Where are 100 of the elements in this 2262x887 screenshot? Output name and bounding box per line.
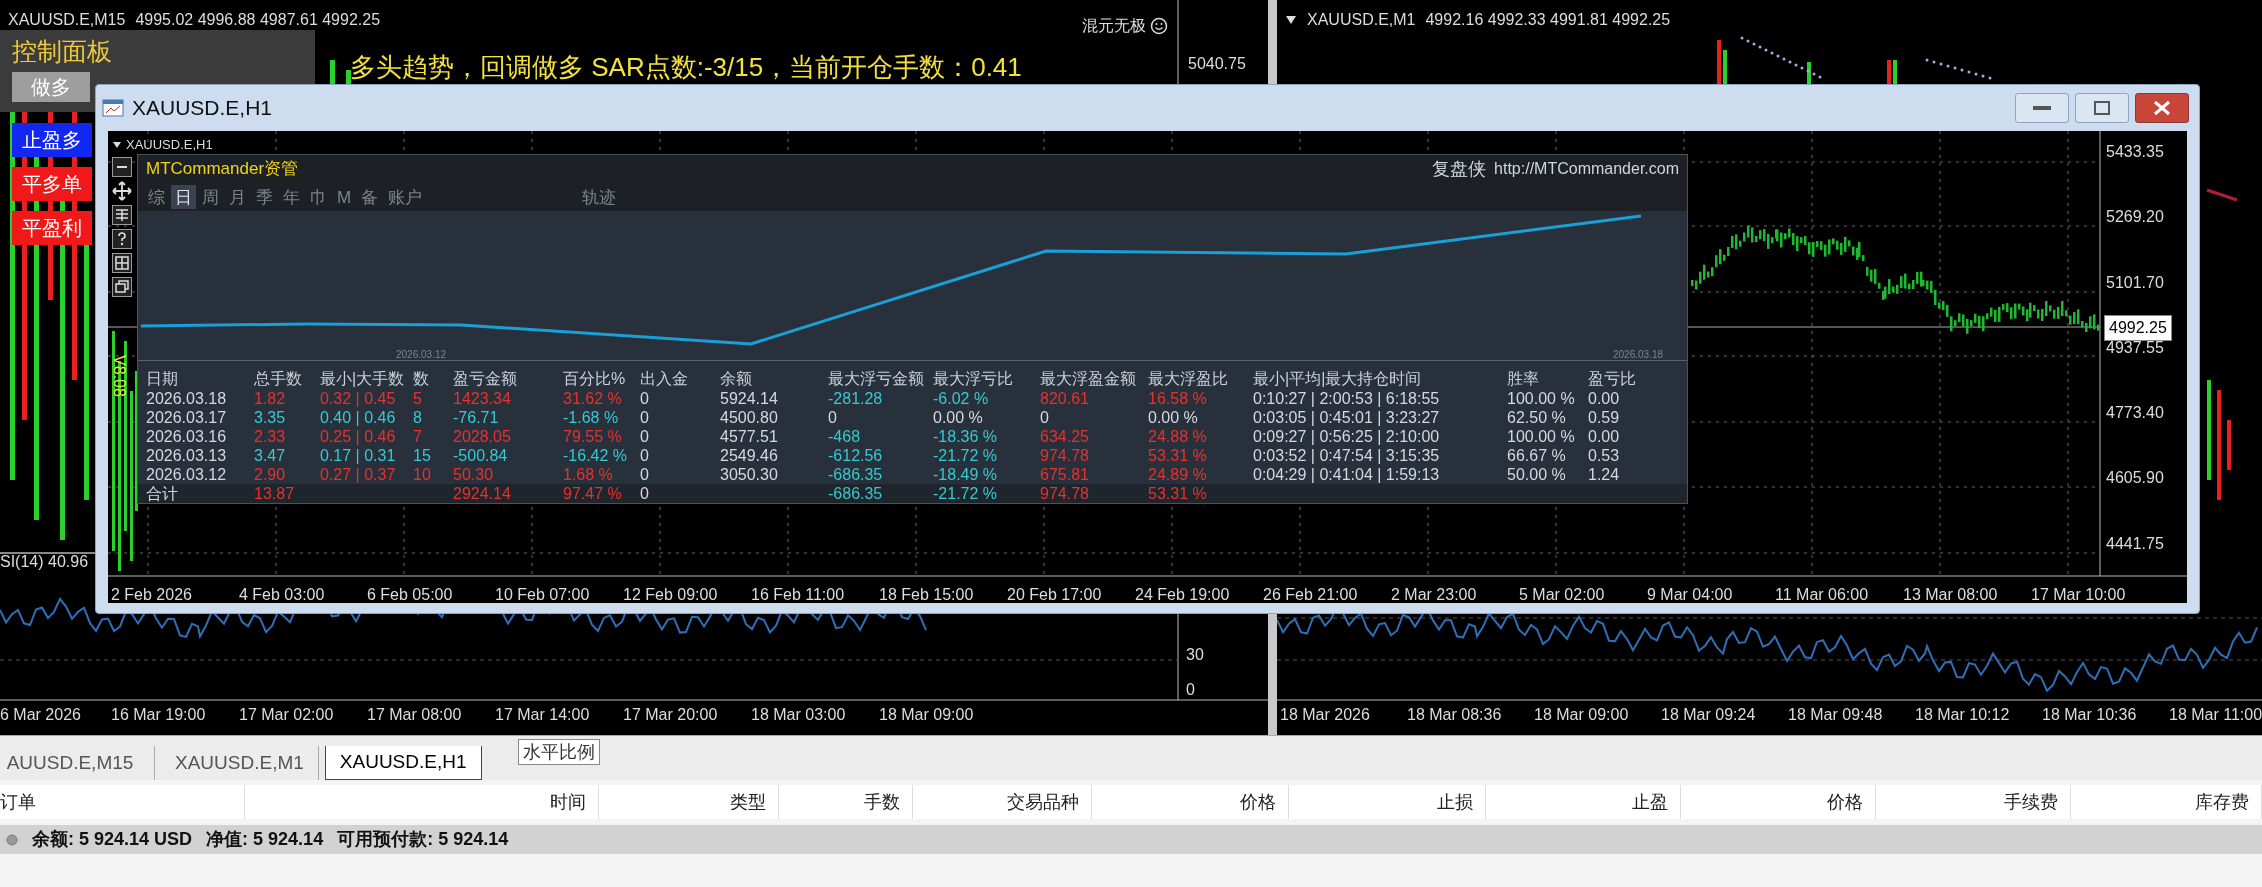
column-header[interactable]: 止盈 (1486, 785, 1681, 819)
axis-label: 17 Mar 02:00 (239, 705, 335, 725)
axis-label: 16 Feb 11:00 (751, 585, 846, 603)
current-price-label: 4992.25 (2104, 315, 2172, 341)
tab[interactable]: AUUSD.E,M15 (0, 746, 155, 780)
trade-button[interactable]: 平盈利 (12, 211, 92, 245)
version-label: V8.08 (110, 355, 127, 397)
table-cell: -500.84 (453, 446, 508, 465)
trade-button[interactable]: 止盈多 (12, 123, 92, 157)
trade-button[interactable]: 平多单 (12, 167, 92, 201)
column-header: 胜率 (1507, 369, 1539, 389)
table-cell: 8 (413, 408, 422, 427)
table-cell: 0.00 (1588, 389, 1620, 408)
table-cell: 0:03:52 | 0:47:54 | 3:15:35 (1253, 446, 1440, 465)
tab[interactable]: 账户 (384, 185, 427, 209)
website-link[interactable]: http://MTCommander.com (1494, 157, 1679, 181)
table-cell: 0 (640, 427, 649, 446)
table-cell: 2028.05 (453, 427, 511, 446)
maximize-button[interactable] (2075, 93, 2129, 123)
help-icon[interactable] (112, 229, 132, 249)
tab[interactable]: 备 (357, 185, 383, 209)
table-cell: 2026.03.16 (146, 427, 227, 446)
table-cell: 100.00 % (1507, 389, 1575, 408)
table-cell: 2026.03.18 (146, 389, 227, 408)
windows-icon[interactable] (112, 277, 132, 297)
column-header[interactable]: 订单 (0, 785, 245, 819)
axis-label: 2 Mar 23:00 (1391, 585, 1478, 603)
table-cell: 974.78 (1040, 484, 1089, 503)
table-cell: -612.56 (828, 446, 883, 465)
table-cell: 0.27 | 0.37 (320, 465, 396, 484)
table-cell: 1.24 (1588, 465, 1620, 484)
list-icon[interactable] (112, 205, 132, 225)
table-cell: 2026.03.17 (146, 408, 227, 427)
dropdown-arrow-icon (112, 140, 122, 149)
minimize-button[interactable] (2015, 93, 2069, 123)
table-cell: 974.78 (1040, 446, 1089, 465)
close-button[interactable] (2135, 93, 2189, 123)
column-header: 余额 (720, 369, 752, 389)
axis-label: 5 Mar 02:00 (1519, 585, 1606, 603)
tab[interactable]: XAUUSD.E,H1 (324, 746, 482, 780)
tab[interactable]: XAUUSD.E,M1 (161, 746, 319, 780)
table-cell: 5 (413, 389, 422, 408)
axis-label: 6 Feb 05:00 (367, 585, 454, 603)
minus-icon[interactable] (112, 157, 132, 177)
table-cell: 2924.14 (453, 484, 511, 503)
column-header[interactable]: 类型 (599, 785, 779, 819)
table-cell: 0.00 (1588, 427, 1620, 446)
table-cell: 4500.80 (720, 408, 778, 427)
grid-icon[interactable] (112, 253, 132, 273)
table-cell: 2549.46 (720, 446, 778, 465)
column-header: 盈亏金额 (453, 369, 517, 389)
column-header[interactable]: 价格 (1681, 785, 1876, 819)
tab[interactable]: 日 (171, 185, 196, 209)
tab[interactable]: 周 (198, 185, 223, 209)
table-cell: 634.25 (1040, 427, 1089, 446)
table-cell: 675.81 (1040, 465, 1089, 484)
tab[interactable]: 巾 (306, 185, 331, 209)
axis-label: 4605.90 (2106, 468, 2164, 489)
column-header[interactable]: 手续费 (1876, 785, 2071, 819)
account-value: 净值: 5 924.14 (206, 828, 324, 851)
minimize-icon (2033, 105, 2051, 111)
account-value: 可用预付款: 5 924.14 (337, 828, 509, 851)
move-icon[interactable] (112, 181, 132, 201)
panel-title: MTCommander资管 (146, 158, 299, 181)
table-cell: 0.32 | 0.45 (320, 389, 396, 408)
column-header[interactable]: 止损 (1289, 785, 1486, 819)
column-header: 最大浮亏金额 (828, 369, 924, 389)
axis-label: 18 Mar 09:00 (879, 705, 975, 725)
table-cell: 3.47 (254, 446, 286, 465)
table-cell: 0.53 (1588, 446, 1620, 465)
table-cell: 2026.03.13 (146, 446, 227, 465)
table-cell: 100.00 % (1507, 427, 1575, 446)
indicator-line (2206, 188, 2238, 202)
table-cell: 3.35 (254, 408, 286, 427)
table-cell: -18.49 % (933, 465, 998, 484)
table-cell: 13.87 (254, 484, 295, 503)
axis-label: 18 Feb 15:00 (879, 585, 975, 603)
window-title: XAUUSD.E,H1 (132, 95, 273, 122)
column-header[interactable]: 时间 (245, 785, 599, 819)
table-cell: 50.30 (453, 465, 494, 484)
table-cell: 合计 (146, 484, 178, 503)
tab[interactable]: 综 (144, 185, 169, 209)
table-cell: 1423.34 (453, 389, 511, 408)
column-header[interactable]: 价格 (1092, 785, 1289, 819)
tab[interactable]: 月 (225, 185, 250, 209)
tab[interactable]: 年 (279, 185, 304, 209)
column-header[interactable]: 库存费 (2071, 785, 2262, 819)
close-icon (2153, 100, 2171, 116)
tab[interactable]: 轨迹 (578, 185, 621, 209)
axis-label: 18 Mar 10:36 (2042, 705, 2138, 725)
table-cell: -6.02 % (933, 389, 989, 408)
indicator-name: 混元无极 (1082, 16, 1146, 36)
tab[interactable]: 季 (252, 185, 277, 209)
tab[interactable]: M (333, 185, 356, 209)
table-cell: 0.59 (1588, 408, 1620, 427)
axis-label: 2 Feb 2026 (111, 585, 193, 603)
axis-label: 11 Mar 06:00 (1775, 585, 1870, 603)
column-header[interactable]: 手数 (779, 785, 913, 819)
column-header[interactable]: 交易品种 (913, 785, 1092, 819)
brand-label: 复盘侠 (1432, 157, 1487, 181)
